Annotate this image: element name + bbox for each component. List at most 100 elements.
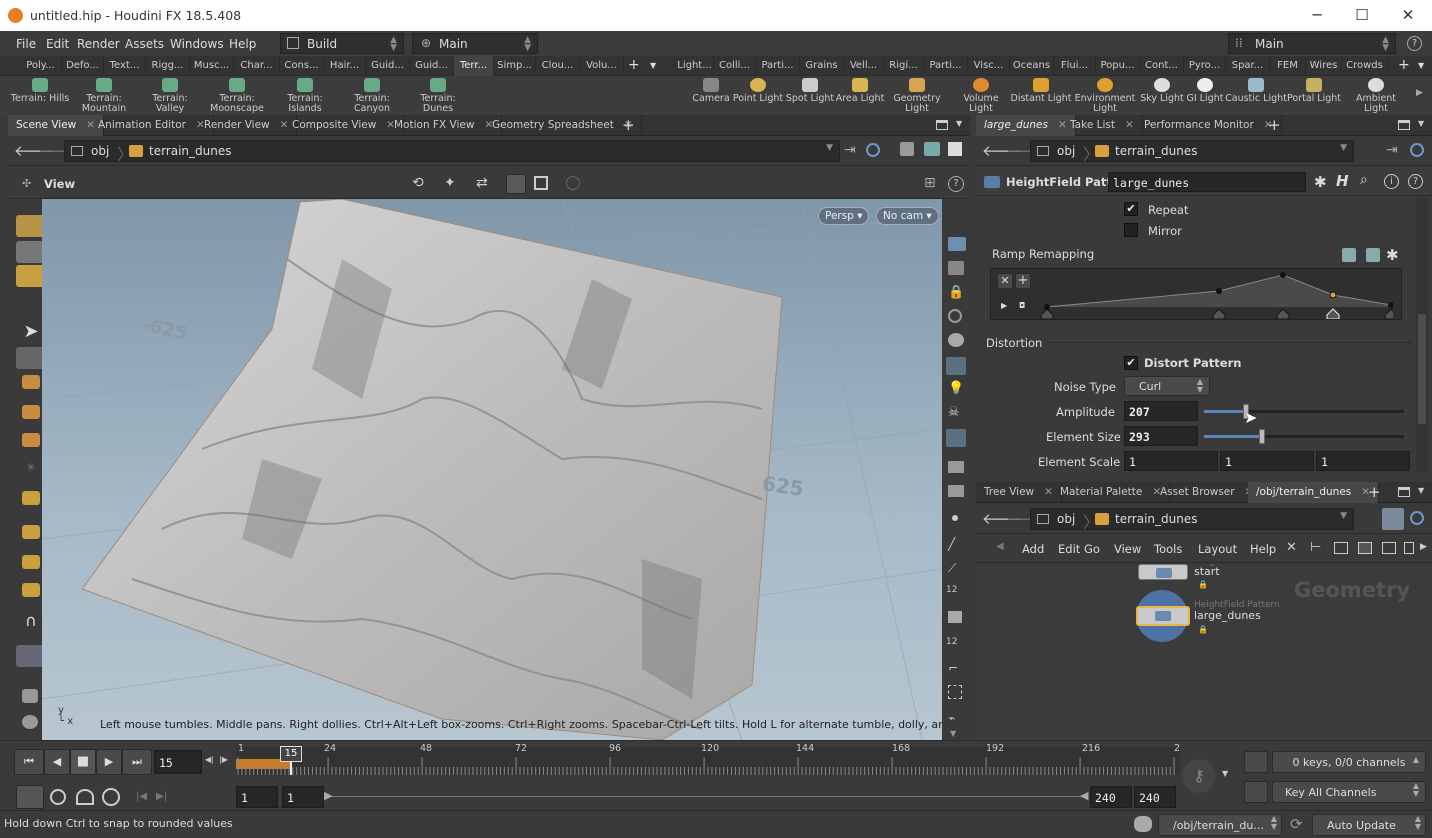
shelf-tab[interactable]: Poly... (20, 56, 62, 76)
shelf-tab[interactable]: Rigi... (884, 56, 924, 76)
shelf-tab[interactable]: Light... (676, 56, 714, 76)
tab-take-list[interactable]: Take List ✕ (1062, 115, 1143, 136)
tool-ambient-light[interactable]: Ambient Light (1344, 78, 1408, 114)
amplitude-field[interactable]: 207 (1124, 401, 1198, 421)
param-help-icon[interactable]: ? (1408, 174, 1423, 189)
move-tool-icon[interactable] (22, 375, 40, 389)
shelf-tab[interactable]: Text... (104, 56, 146, 76)
next-key-icon[interactable]: ▶| (156, 791, 167, 802)
measure-icon[interactable]: ⌁ (948, 711, 955, 725)
shelf-tab[interactable]: Grains (800, 56, 844, 76)
tab-geometry-spreadsheet[interactable]: Geometry Spreadsheet ✕ (484, 115, 642, 136)
ramp-add-icon[interactable]: + (1015, 273, 1031, 289)
network-path-field[interactable]: obj 〉 terrain_dunes ▼ (1030, 508, 1354, 532)
edge-icon[interactable]: ╱ (948, 537, 955, 551)
amplitude-slider[interactable] (1204, 404, 1404, 419)
tab-asset-browser[interactable]: Asset Browser✕ (1152, 482, 1263, 503)
render-options-icon[interactable] (924, 142, 940, 156)
search-icon[interactable]: ⌕ (1360, 172, 1368, 188)
camera-menu[interactable]: No cam ▾ (876, 207, 939, 225)
tool-geometry-light[interactable]: Geometry Light (886, 78, 948, 114)
tree-icon[interactable]: ⊢ (1310, 540, 1321, 555)
ramp-delete-icon[interactable]: ✕ (997, 273, 1013, 289)
headlight-icon[interactable] (946, 357, 966, 375)
tile-icon[interactable] (1382, 542, 1396, 554)
element-size-slider[interactable] (1204, 429, 1404, 444)
shelf-tab[interactable]: Crowds (1342, 56, 1388, 76)
pane-maximize-icon[interactable] (936, 120, 948, 130)
menu-windows[interactable]: Windows (170, 37, 224, 51)
param-scrollbar[interactable] (1416, 198, 1428, 472)
snap-tool-icon[interactable] (22, 555, 40, 569)
net-menu-go[interactable]: Go (1084, 542, 1100, 556)
noise-type-dropdown[interactable]: Curl ▲ ▼ (1124, 376, 1210, 396)
display-options-icon[interactable] (900, 142, 914, 156)
background-icon[interactable] (948, 142, 962, 156)
clock-icon[interactable] (102, 788, 120, 806)
shelf-tab[interactable]: Visc... (968, 56, 1010, 76)
tool-portal-light[interactable]: Portal Light (1284, 78, 1344, 104)
current-frame-marker[interactable]: 15 (280, 746, 302, 762)
flipbook-icon[interactable] (22, 689, 38, 703)
path-root[interactable]: obj (91, 144, 109, 158)
play-reverse-icon[interactable]: ◀ (44, 749, 70, 775)
shelf-tab[interactable]: Clou... (536, 56, 580, 76)
shelf-tab[interactable]: Simp... (494, 56, 536, 76)
timeline[interactable]: 1 24 48 72 96 120 144 168 192 216 2 15 (236, 743, 1180, 775)
key-all-channels-dropdown[interactable]: Key All Channels ▲ ▼ (1272, 781, 1426, 803)
range-end-handle[interactable]: ◀ (1080, 789, 1088, 802)
desktop-combo[interactable]: Build ▲ ▼ (280, 33, 404, 54)
jump-end-icon[interactable]: ⏭ (122, 749, 152, 775)
net-back-icon[interactable]: ◀ (996, 541, 1004, 552)
key-menu-icon[interactable]: ▼ (1222, 769, 1228, 778)
lighting-icon[interactable] (948, 333, 964, 347)
more-icon[interactable] (1404, 542, 1414, 554)
ramp-reset-icon[interactable] (1366, 248, 1380, 262)
right-path-field[interactable]: obj 〉 terrain_dunes ▼ (1030, 140, 1354, 164)
pin-network-icon[interactable] (1382, 508, 1404, 530)
menu-file[interactable]: File (16, 37, 36, 51)
tool-volume-light[interactable]: Volume Light (950, 78, 1012, 114)
hscript-icon[interactable]: H (1336, 172, 1349, 190)
channel-list-icon[interactable] (1244, 751, 1268, 773)
element-size-slider-handle[interactable] (1259, 429, 1265, 444)
range-start-handle[interactable]: ▶ (324, 789, 332, 802)
shelf-tab[interactable]: Popu... (1096, 56, 1140, 76)
tumble-icon[interactable]: ⟲ (412, 175, 424, 191)
step-back-icon[interactable]: ◀| (205, 755, 214, 764)
path-root[interactable]: obj (1057, 144, 1075, 158)
path-node[interactable]: terrain_dunes (149, 144, 232, 158)
vertex-numbers-icon[interactable]: 12 (946, 585, 957, 595)
tool-area-light[interactable]: Area Light (830, 78, 890, 104)
shelf-right-menu-icon[interactable]: ▼ (1418, 61, 1424, 70)
link-icon[interactable] (866, 143, 880, 157)
auto-update-dropdown[interactable]: Auto Update ▲ ▼ (1312, 814, 1426, 836)
prim-numbers-icon[interactable]: 12 (946, 637, 957, 647)
shelf-set-combo[interactable]: ⊕ Main ▲ ▼ (412, 33, 538, 54)
audio-icon[interactable] (50, 789, 66, 805)
tool-terrain-islands[interactable]: Terrain: Islands (273, 78, 337, 114)
pane-maximize-icon[interactable] (1398, 120, 1410, 130)
info-icon[interactable]: i (1384, 174, 1399, 189)
prim-icon[interactable] (948, 611, 962, 623)
shading-icon[interactable] (506, 174, 526, 194)
normal-icon[interactable]: ⟋ (948, 561, 956, 576)
net-menu-tools[interactable]: Tools (1154, 542, 1182, 556)
tool-caustic-light[interactable]: Caustic Light (1224, 78, 1288, 104)
tool-terrain-canyon[interactable]: Terrain: Canyon (340, 78, 404, 114)
shadows-icon[interactable] (946, 429, 966, 447)
tool-terrain-hills[interactable]: Terrain: Hills (8, 78, 72, 104)
pane-maximize-icon[interactable] (1398, 487, 1410, 497)
tool-terrain-dunes[interactable]: Terrain: Dunes (406, 78, 470, 114)
shelf-tab[interactable]: Flui... (1054, 56, 1096, 76)
viewport-layout-icon[interactable]: ⊞ (924, 175, 936, 191)
link-icon[interactable] (1410, 143, 1424, 157)
grid-icon[interactable] (1358, 542, 1372, 554)
element-size-field[interactable]: 293 (1124, 426, 1198, 446)
list-icon[interactable] (1334, 542, 1348, 554)
menu-scroll-icon[interactable]: ▶ (1420, 542, 1427, 552)
playback-end-field[interactable]: 240 (1090, 786, 1132, 808)
point-icon[interactable] (952, 515, 958, 521)
net-menu-help[interactable]: Help (1250, 542, 1276, 556)
brush-tool-icon[interactable] (22, 525, 40, 539)
